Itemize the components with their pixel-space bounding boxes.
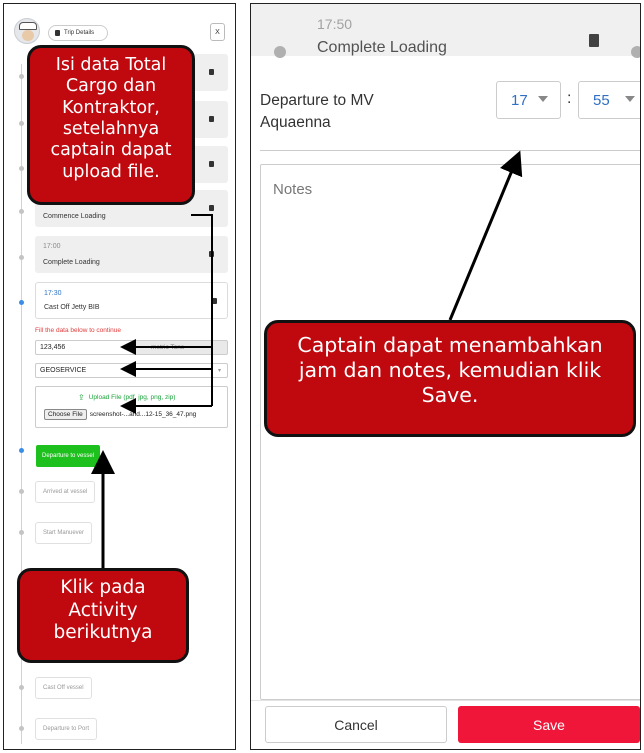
- captain-avatar: [14, 18, 40, 44]
- trip-details-label: Trip Details: [64, 30, 95, 36]
- unit-label: metric Tons: [151, 344, 185, 351]
- timeline-dot-active: [19, 300, 24, 305]
- callout-next-activity: Klik pada Activity berikutnya: [17, 568, 189, 663]
- timeline-dot: [19, 209, 24, 214]
- document-icon[interactable]: [209, 205, 214, 211]
- timeline-dot: [19, 489, 24, 494]
- chevron-down-icon: ▾: [217, 368, 221, 374]
- document-icon: [55, 30, 60, 36]
- timeline-dot: [19, 685, 24, 690]
- activity-label: Complete Loading: [43, 259, 100, 266]
- choose-file-button[interactable]: Choose File: [44, 409, 87, 420]
- callout-add-time-notes: Captain dapat menambahkan jam dan notes,…: [264, 320, 636, 437]
- fill-data-hint: Fill the data below to continue: [35, 327, 121, 334]
- chevron-down-icon: [538, 96, 548, 102]
- document-icon[interactable]: [209, 69, 214, 75]
- chevron-down-icon: [625, 96, 635, 102]
- total-cargo-input[interactable]: 123,456 metric Tons: [35, 340, 228, 355]
- hour-select[interactable]: 17: [496, 81, 561, 119]
- upload-icon: ⇪: [78, 393, 85, 402]
- activity-time: 17:00: [43, 243, 61, 250]
- time-separator: :: [567, 90, 572, 107]
- modal-footer: Cancel Save: [251, 700, 640, 749]
- activity-label: Commence Loading: [43, 213, 106, 220]
- timeline-dot: [19, 121, 24, 126]
- modal-title: Departure to MV Aquaenna: [260, 92, 374, 132]
- save-button[interactable]: Save: [458, 706, 640, 743]
- activity-button-departure-to-port[interactable]: Departure to Port: [35, 718, 98, 740]
- timeline-dot-active: [19, 448, 24, 453]
- timeline-dot: [19, 530, 24, 535]
- background-activity-card: 17:50 Complete Loading: [251, 4, 640, 58]
- document-icon[interactable]: [212, 298, 217, 304]
- document-icon[interactable]: [209, 161, 214, 167]
- timeline-dot: [19, 726, 24, 731]
- timeline-dot: [274, 46, 286, 58]
- hour-value: 17: [511, 91, 528, 109]
- total-cargo-value: 123,456: [40, 344, 66, 351]
- activity-button-arrived-at-vessel[interactable]: Arrived at vessel: [35, 481, 96, 503]
- activity-label: Cast Off Jetty BIB: [44, 304, 100, 311]
- activity-button-cast-off-vessel[interactable]: Cast Off vessel: [35, 677, 92, 699]
- file-chooser: Choose File screenshot-...and...12-15_36…: [44, 409, 196, 420]
- callout-fill-cargo: Isi data Total Cargo dan Kontraktor, set…: [27, 45, 195, 205]
- cancel-button[interactable]: Cancel: [265, 706, 447, 743]
- activity-time: 17:30: [44, 290, 62, 297]
- document-icon[interactable]: [209, 251, 214, 257]
- upload-text: Upload File (pdf, jpg, png, zip): [88, 394, 176, 401]
- background-time: 17:50: [317, 16, 353, 32]
- document-icon: [589, 34, 599, 47]
- background-label: Complete Loading: [317, 39, 447, 56]
- divider: [260, 150, 640, 151]
- notes-placeholder: Notes: [273, 181, 313, 198]
- timeline-dot: [19, 74, 24, 79]
- activity-button-start-manuever[interactable]: Start Manuever: [35, 522, 93, 544]
- minute-value: 55: [593, 91, 610, 109]
- document-icon[interactable]: [209, 116, 214, 122]
- trip-details-button[interactable]: Trip Details: [48, 25, 108, 41]
- upload-area[interactable]: ⇪ Upload File (pdf, jpg, png, zip) Choos…: [35, 386, 228, 428]
- timeline-dot: [19, 166, 24, 171]
- contractor-select[interactable]: GEOSERVICE ▾: [35, 363, 228, 378]
- minute-select[interactable]: 55: [578, 81, 640, 119]
- activity-card-current[interactable]: 17:30 Cast Off Jetty BIB: [35, 282, 228, 319]
- activity-card[interactable]: 17:00 Complete Loading: [35, 236, 228, 273]
- close-button[interactable]: X: [210, 23, 225, 41]
- upload-label[interactable]: ⇪ Upload File (pdf, jpg, png, zip): [78, 393, 175, 402]
- timeline-dot: [19, 255, 24, 260]
- chosen-file-name: screenshot-...and...12-15_36_47.png: [89, 411, 197, 418]
- trip-header: Trip Details X: [4, 4, 235, 50]
- timeline-dot: [631, 46, 640, 58]
- contractor-value: GEOSERVICE: [40, 367, 87, 374]
- activity-button-departure-to-vessel[interactable]: Departure to vessel: [36, 445, 100, 467]
